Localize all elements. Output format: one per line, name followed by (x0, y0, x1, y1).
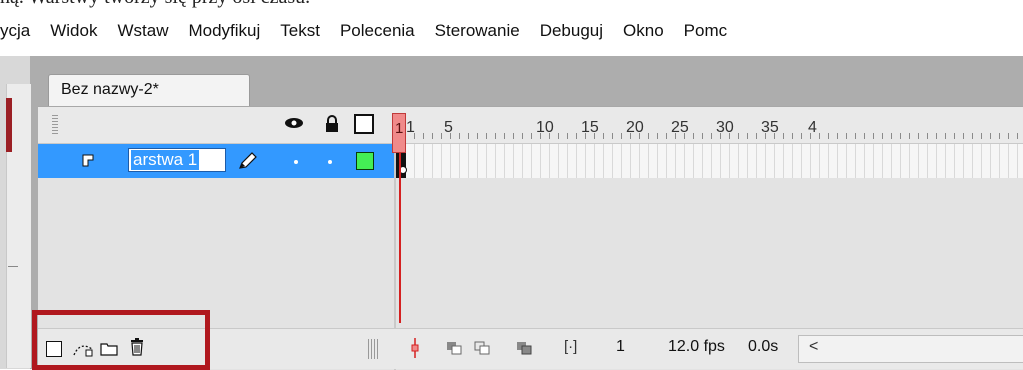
playhead-frame-number: 1 (395, 120, 404, 137)
menu-item-widok[interactable]: Widok (50, 21, 97, 41)
layer-name-text: arstwa 1 (131, 150, 200, 170)
lock-dot[interactable] (328, 160, 332, 164)
scroll-left-arrow[interactable]: < (809, 338, 818, 356)
menu-bar: ycja Widok Wstaw Modyfikuj Tekst Polecen… (0, 14, 1023, 48)
menu-item-edycja[interactable]: ycja (0, 21, 30, 41)
layer-outline-color-swatch[interactable] (356, 152, 374, 170)
frame-area-empty (396, 178, 1023, 328)
horizontal-scrollbar[interactable]: < (798, 335, 1023, 363)
menu-item-pomoc[interactable]: Pomc (684, 21, 727, 41)
outline-icon[interactable] (354, 114, 374, 134)
left-panel-accent (6, 98, 12, 152)
onion-skin-outline-icon[interactable] (474, 341, 490, 355)
visibility-dot[interactable] (294, 160, 298, 164)
frame-strip[interactable] (396, 144, 1023, 178)
left-panel-tick (8, 266, 18, 267)
menu-item-wstaw[interactable]: Wstaw (117, 21, 168, 41)
caption-text: ną. Warstwy tworzy się przy osi czasu. (0, 0, 310, 9)
playhead-handle[interactable]: 1 (392, 113, 406, 153)
menu-item-sterowanie[interactable]: Sterowanie (435, 21, 520, 41)
document-tab[interactable]: Bez nazwy-2* (48, 74, 250, 107)
layer-name-field[interactable]: arstwa 1 (128, 148, 226, 172)
center-frame-icon[interactable] (410, 338, 420, 358)
left-panel-strip (0, 56, 31, 369)
edit-multiple-frames-icon[interactable] (516, 341, 532, 355)
modify-onion-markers-icon[interactable]: [·] (564, 338, 577, 355)
resize-grip[interactable] (368, 339, 378, 359)
menu-item-okno[interactable]: Okno (623, 21, 664, 41)
panel-grip-icon[interactable] (52, 115, 58, 135)
playhead-line (399, 153, 401, 323)
lock-icon[interactable] (324, 115, 340, 133)
onion-skin-icon[interactable] (446, 341, 462, 355)
pencil-icon (239, 152, 257, 169)
frame-ruler[interactable]: 1 5 10 15 20 25 30 35 4 (396, 107, 1023, 144)
menu-item-tekst[interactable]: Tekst (280, 21, 320, 41)
eye-icon[interactable] (284, 117, 304, 129)
document-tab-label: Bez nazwy-2* (61, 81, 159, 98)
menu-item-modyfikuj[interactable]: Modyfikuj (188, 21, 260, 41)
current-frame: 1 (616, 338, 625, 355)
layer-header (38, 107, 396, 144)
menu-item-polecenia[interactable]: Polecenia (340, 21, 415, 41)
frame-rate[interactable]: 12.0 fps (668, 338, 725, 356)
layer-icon (82, 154, 94, 167)
highlight-box (32, 310, 210, 370)
layer-list-empty-area (38, 178, 396, 328)
ruler-ticks (396, 133, 1023, 139)
layer-row[interactable]: arstwa 1 (38, 144, 396, 178)
elapsed-time: 0.0s (748, 338, 779, 355)
menu-item-debuguj[interactable]: Debuguj (540, 21, 603, 41)
